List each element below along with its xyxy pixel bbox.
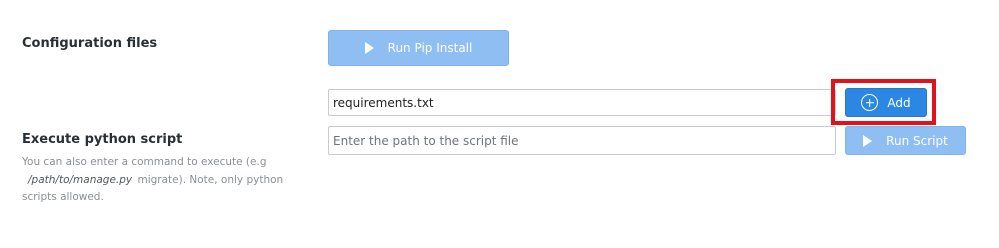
configuration-files-label: Configuration files [22, 36, 158, 51]
script-path-input[interactable]: Enter the path to the script file [328, 126, 836, 155]
play-icon [863, 134, 873, 147]
run-script-label: Run Script [886, 133, 948, 148]
run-script-button[interactable]: Run Script [845, 126, 966, 155]
execute-python-script-label: Execute python script [22, 132, 183, 147]
play-icon [364, 42, 374, 54]
execute-help-text: You can also enter a command to execute … [22, 154, 284, 207]
help-text-code: /path/to/manage.py [28, 173, 133, 186]
run-pip-install-button[interactable]: Run Pip Install [328, 30, 509, 66]
requirements-file-value: requirements.txt [333, 95, 434, 110]
python-settings-panel: Configuration files Run Pip Install requ… [0, 0, 999, 248]
run-pip-install-label: Run Pip Install [387, 41, 473, 55]
requirements-file-input[interactable]: requirements.txt [328, 89, 836, 116]
script-path-placeholder: Enter the path to the script file [333, 133, 519, 148]
highlight-annotation [831, 79, 936, 125]
help-text-prefix: You can also enter a command to execute … [22, 156, 267, 168]
